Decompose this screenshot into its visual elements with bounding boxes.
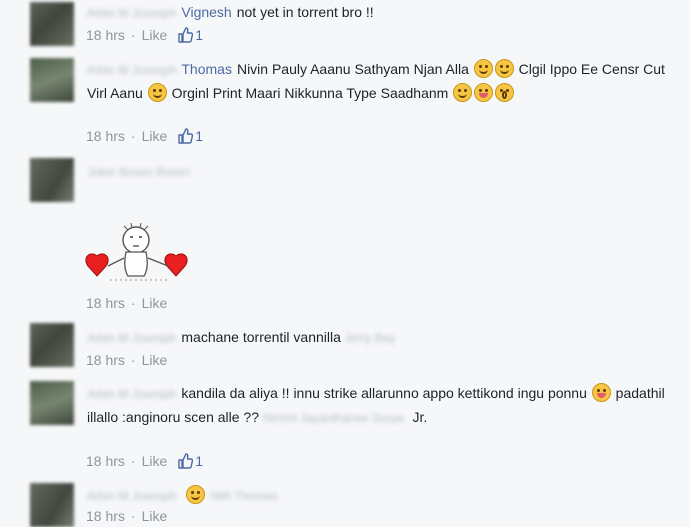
separator: · (130, 128, 136, 144)
comment-text: Jr. (412, 409, 428, 425)
comment-body: Arbin M Josesph machane torrentil vannill… (87, 326, 676, 350)
separator: · (130, 295, 136, 311)
blurred-name: Arbin M Josesph (87, 331, 177, 345)
comment-meta: 18 hrs · Like 1 (86, 128, 203, 144)
comment-meta: 18 hrs · Like (86, 352, 167, 368)
thumbs-up-icon[interactable] (177, 27, 194, 43)
crying-emoji-icon (495, 83, 515, 102)
tongue-emoji-icon (474, 83, 494, 102)
timestamp[interactable]: 18 hrs (86, 27, 125, 43)
comment-body: Arbin M Josesph Thomas Nivin Pauly Aaanu S… (87, 58, 676, 105)
comment-meta: 18 hrs · Like 1 (86, 27, 203, 43)
like-count[interactable]: 1 (195, 453, 203, 469)
timestamp[interactable]: 18 hrs (86, 352, 125, 368)
like-button[interactable]: Like (142, 27, 168, 43)
blurred-name: Jobin Bosen Bosen (87, 165, 191, 179)
like-button[interactable]: Like (142, 508, 168, 524)
avatar[interactable] (30, 58, 74, 102)
comment-body: Arbin M Josesph kandila da aliya !! innu … (87, 382, 676, 430)
separator: · (130, 453, 136, 469)
tongue-emoji-icon (591, 383, 611, 402)
separator: · (130, 352, 136, 368)
laughing-emoji-icon (473, 59, 493, 78)
comment-body: Arbin M Josesph Vignesh not yet in torrent… (87, 1, 676, 25)
comment-text: not yet in torrent bro !! (236, 4, 374, 20)
smile-emoji-icon (186, 485, 206, 504)
comment-text: Orginl Print Maari Nikkunna Type Saadhan… (171, 85, 449, 101)
comment-text: kandila da aliya !! innu strike allarunn… (181, 385, 587, 401)
timestamp[interactable]: 18 hrs (86, 128, 125, 144)
avatar[interactable] (30, 158, 74, 202)
author-name[interactable]: Vignesh (181, 4, 231, 20)
avatar[interactable] (30, 381, 74, 425)
like-button[interactable]: Like (142, 295, 168, 311)
blurred-name: Arbin M Josesph (87, 6, 177, 20)
like-button[interactable]: Like (142, 453, 168, 469)
blurred-name: Arbin M Josesph (87, 489, 177, 503)
thumbs-up-icon[interactable] (177, 128, 194, 144)
comment-body: Arbin M Josesph Nith Thomas (87, 484, 676, 508)
smirk-emoji-icon (147, 83, 167, 102)
blurred-tag: Nimmi Jayanthanee Surya (262, 411, 404, 425)
comment-text: Nivin Pauly Aaanu Sathyam Njan Alla (236, 61, 469, 77)
like-count[interactable]: 1 (195, 128, 203, 144)
timestamp[interactable]: 18 hrs (86, 295, 125, 311)
blurred-tag: Nith Thomas (210, 489, 278, 503)
like-count[interactable]: 1 (195, 27, 203, 43)
comment-text: machane torrentil vannilla (181, 329, 341, 345)
laughing-emoji-icon (453, 83, 473, 102)
avatar[interactable] (30, 323, 74, 367)
separator: · (130, 508, 136, 524)
comment-meta: 18 hrs · Like 1 (86, 453, 203, 469)
timestamp[interactable]: 18 hrs (86, 508, 125, 524)
blurred-tag: Jerry Bay (344, 331, 396, 345)
thumbs-up-icon[interactable] (177, 453, 194, 469)
separator: · (130, 27, 136, 43)
like-button[interactable]: Like (142, 128, 168, 144)
like-button[interactable]: Like (142, 352, 168, 368)
blurred-name: Arbin M Josesph (87, 387, 177, 401)
author-name[interactable]: Thomas (181, 61, 232, 77)
hearts-stickman-sticker (85, 222, 188, 281)
comment-meta: 18 hrs · Like (86, 295, 167, 311)
comment-body: Jobin Bosen Bosen (87, 160, 676, 184)
timestamp[interactable]: 18 hrs (86, 453, 125, 469)
laughing-emoji-icon (494, 59, 514, 78)
comment-meta: 18 hrs · Like (86, 508, 167, 524)
blurred-name: Arbin M Josesph (87, 63, 177, 77)
avatar[interactable] (30, 2, 74, 46)
avatar[interactable] (30, 483, 74, 527)
